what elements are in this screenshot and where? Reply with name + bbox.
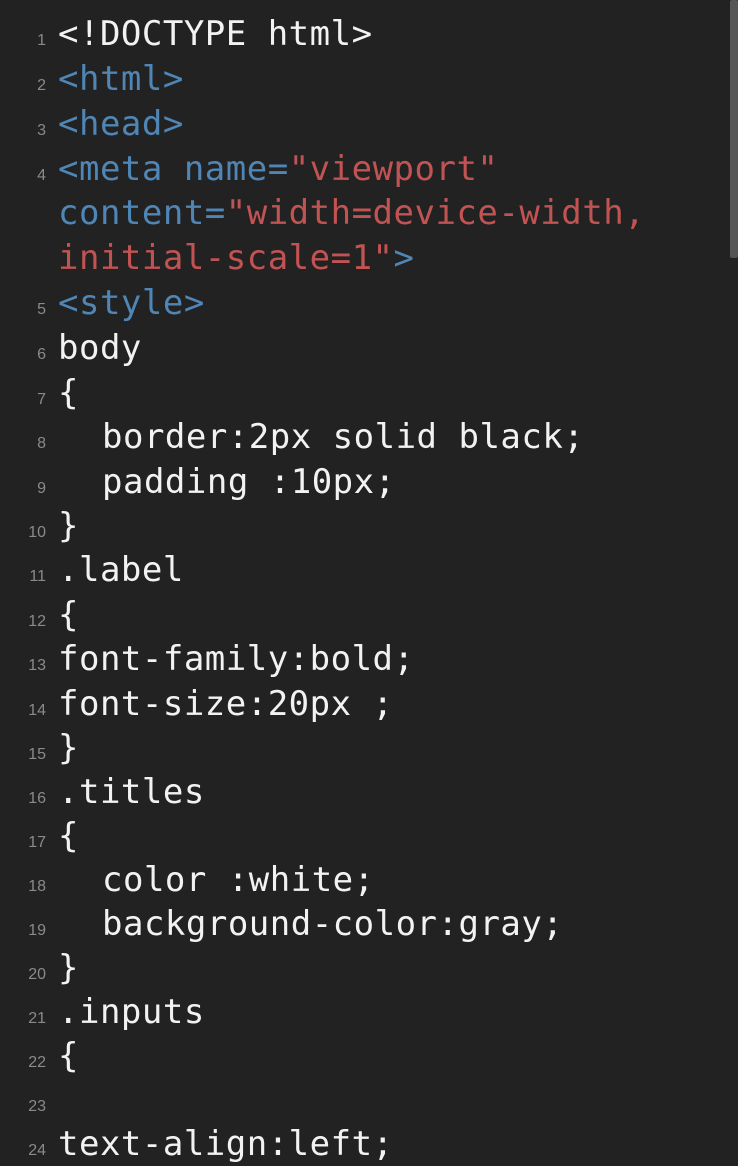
- code-text: font-family:bold;: [58, 639, 415, 679]
- attr-name-token: name=: [183, 149, 289, 189]
- code-line[interactable]: 5 <style>: [0, 281, 738, 325]
- code-text: }: [58, 506, 79, 546]
- code-line[interactable]: 9 padding :10px;: [0, 460, 738, 504]
- line-number: 5: [37, 301, 46, 318]
- code-text: {: [58, 1036, 79, 1076]
- code-text: text-align:left;: [58, 1124, 394, 1164]
- code-line[interactable]: 12 {: [0, 593, 738, 637]
- line-number: 1: [37, 32, 46, 49]
- code-text: {: [58, 373, 79, 413]
- code-line-wrap[interactable]: initial-scale=1">: [0, 236, 738, 280]
- code-text: }: [58, 728, 79, 768]
- code-text: {: [58, 595, 79, 635]
- code-line[interactable]: 16 .titles: [0, 770, 738, 814]
- code-line[interactable]: 6 body: [0, 326, 738, 370]
- line-number: 6: [37, 346, 46, 363]
- code-line[interactable]: 10 }: [0, 504, 738, 548]
- code-text: <html>: [58, 59, 184, 99]
- line-number: 4: [37, 167, 46, 184]
- code-text: content="width=device-width,: [58, 191, 645, 235]
- line-number: 7: [37, 391, 46, 408]
- tag-token: <meta: [58, 149, 184, 189]
- code-text: .inputs: [58, 992, 205, 1032]
- line-number: 16: [28, 790, 46, 807]
- code-text: {: [58, 816, 79, 856]
- code-line[interactable]: 24 text-align:left;: [0, 1122, 738, 1166]
- code-text: <head>: [58, 104, 184, 144]
- code-line[interactable]: 14 font-size:20px ;: [0, 682, 738, 726]
- code-line[interactable]: 8 border:2px solid black;: [0, 415, 738, 459]
- code-line[interactable]: 11 .label: [0, 548, 738, 592]
- line-number: 21: [28, 1010, 46, 1027]
- code-text: border:2px solid black;: [102, 417, 585, 457]
- code-text: }: [58, 948, 79, 988]
- code-line[interactable]: 7 {: [0, 371, 738, 415]
- line-number: 20: [28, 966, 46, 983]
- code-text: font-size:20px ;: [58, 684, 394, 724]
- code-line[interactable]: 21 .inputs: [0, 990, 738, 1034]
- code-text: padding :10px;: [102, 462, 396, 502]
- line-number: 18: [28, 878, 46, 895]
- code-editor[interactable]: 1 <!DOCTYPE html> 2 <html> 3 <head> 4 <m…: [0, 0, 738, 1166]
- code-line[interactable]: 19 background-color:gray;: [0, 902, 738, 946]
- code-line[interactable]: 15 }: [0, 726, 738, 770]
- line-number: 12: [28, 613, 46, 630]
- line-number: 9: [37, 480, 46, 497]
- code-line[interactable]: 13 font-family:bold;: [0, 637, 738, 681]
- line-number: 10: [28, 524, 46, 541]
- code-line[interactable]: 3 <head>: [0, 102, 738, 146]
- code-text: color :white;: [102, 860, 375, 900]
- line-number: 13: [28, 657, 46, 674]
- line-number: 3: [37, 122, 46, 139]
- code-text: <style>: [58, 283, 205, 323]
- attr-name-token: content=: [58, 193, 226, 233]
- line-number: 22: [28, 1054, 46, 1071]
- line-number: 15: [28, 746, 46, 763]
- attr-value-token: "width=device-width,: [225, 193, 646, 233]
- line-number: 11: [29, 568, 46, 585]
- code-line-wrap[interactable]: content="width=device-width,: [0, 191, 738, 235]
- code-text: body: [58, 328, 142, 368]
- line-number: 2: [37, 77, 46, 94]
- code-text: <!DOCTYPE html>: [58, 14, 373, 54]
- tag-token: >: [393, 238, 415, 278]
- code-text: .titles: [58, 772, 205, 812]
- line-number: 23: [28, 1098, 46, 1115]
- line-number: 24: [28, 1142, 46, 1159]
- code-line[interactable]: 17 {: [0, 814, 738, 858]
- code-text: <meta name="viewport": [58, 147, 498, 191]
- code-text: initial-scale=1">: [58, 236, 415, 280]
- code-text: .label: [58, 550, 184, 590]
- line-number: 8: [37, 435, 46, 452]
- line-number: 17: [28, 834, 46, 851]
- line-number: 14: [28, 702, 46, 719]
- code-line[interactable]: 20 }: [0, 946, 738, 990]
- line-number: 19: [28, 922, 46, 939]
- code-text: background-color:gray;: [102, 904, 564, 944]
- code-line[interactable]: 1 <!DOCTYPE html>: [0, 12, 738, 56]
- code-line[interactable]: 4 <meta name="viewport": [0, 147, 738, 191]
- code-line[interactable]: 18 color :white;: [0, 858, 738, 902]
- attr-value-token: initial-scale=1": [58, 238, 394, 278]
- attr-value-token: "viewport": [288, 149, 499, 189]
- code-line[interactable]: 23: [0, 1078, 738, 1122]
- code-line[interactable]: 2 <html>: [0, 57, 738, 101]
- code-line[interactable]: 22 {: [0, 1034, 738, 1078]
- vertical-scrollbar[interactable]: [730, 0, 738, 258]
